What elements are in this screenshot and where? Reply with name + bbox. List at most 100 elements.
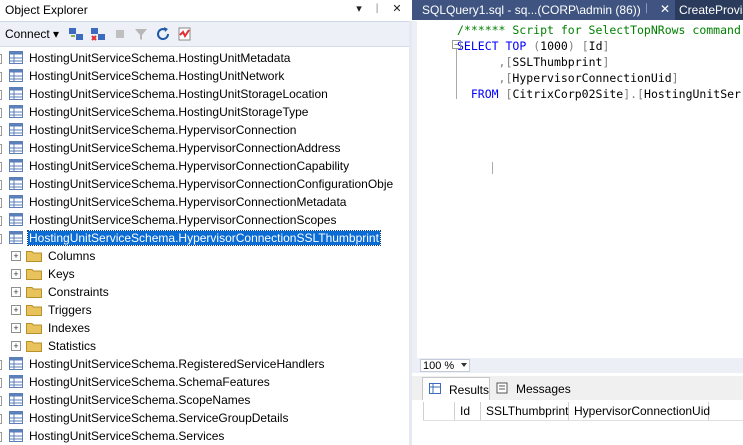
- folder-icon: [26, 323, 42, 334]
- tree-expander[interactable]: [0, 198, 2, 208]
- tree-table-node[interactable]: HostingUnitServiceSchema.HypervisorConne…: [0, 175, 412, 193]
- tree-expander[interactable]: [0, 180, 2, 190]
- tree-node-label: HostingUnitServiceSchema.ServiceGroupDet…: [29, 411, 289, 425]
- tree-expander[interactable]: [0, 216, 2, 226]
- tree-expander[interactable]: [0, 126, 2, 136]
- tree-node-label: HostingUnitServiceSchema.HypervisorConne…: [29, 177, 394, 191]
- tree-expander[interactable]: [0, 162, 2, 172]
- tab-results[interactable]: Results: [422, 377, 490, 400]
- tree-folder-node[interactable]: + Statistics: [0, 337, 412, 355]
- table-icon: [9, 231, 23, 244]
- tree-node-label: Columns: [48, 249, 96, 263]
- object-explorer-titlebar: Object Explorer ▾ ᛁ ✕: [0, 0, 412, 22]
- grid-header-line: [423, 420, 743, 421]
- disconnect-icon[interactable]: [90, 26, 106, 42]
- tree-table-node[interactable]: HostingUnitServiceSchema.HypervisorConne…: [0, 157, 412, 175]
- tree-expander[interactable]: [0, 432, 2, 442]
- tree-node-label: Statistics: [48, 339, 97, 353]
- expand-plus-icon[interactable]: +: [11, 287, 21, 297]
- table-icon: [9, 51, 23, 64]
- close-icon[interactable]: ✕: [390, 2, 404, 16]
- column-header-sslthumbprint[interactable]: SSLThumbprint: [481, 402, 569, 420]
- folder-icon: [26, 251, 42, 262]
- tree-table-node[interactable]: HostingUnitServiceSchema.HypervisorConne…: [0, 121, 412, 139]
- expand-plus-icon[interactable]: +: [11, 269, 21, 279]
- tab-pin-icon[interactable]: ᛁ: [643, 3, 650, 15]
- tree-expander[interactable]: [0, 396, 2, 406]
- tree-node-label: HostingUnitServiceSchema.HypervisorConne…: [27, 230, 381, 246]
- tree-table-node[interactable]: HostingUnitServiceSchema.HypervisorConne…: [0, 139, 412, 157]
- tree-node-label: Constraints: [48, 285, 109, 299]
- tab-close-icon[interactable]: ✕: [660, 2, 670, 16]
- tree-table-node[interactable]: HostingUnitServiceSchema.Services: [0, 427, 412, 445]
- tree-table-node[interactable]: HostingUnitServiceSchema.HostingUnitNetw…: [0, 67, 412, 85]
- tree-node-label: HostingUnitServiceSchema.HostingUnitMeta…: [29, 51, 291, 65]
- tree-table-node[interactable]: HostingUnitServiceSchema.HypervisorConne…: [0, 211, 412, 229]
- tree-folder-node[interactable]: + Indexes: [0, 319, 412, 337]
- tree-table-node[interactable]: HostingUnitServiceSchema.RegisteredServi…: [0, 355, 412, 373]
- query-editor[interactable]: /****** Script for SelectTopNRows comman…: [412, 21, 743, 358]
- table-icon: [9, 87, 23, 100]
- refresh-icon[interactable]: [155, 26, 171, 42]
- code-line-4: ,[HypervisorConnectionUid]: [498, 71, 679, 85]
- code-line-1: /****** Script for SelectTopNRows comman…: [457, 23, 741, 37]
- table-icon: [9, 105, 23, 118]
- table-icon: [9, 123, 23, 136]
- tree-expander[interactable]: [0, 144, 2, 154]
- tree-folder-node[interactable]: + Columns: [0, 247, 412, 265]
- tree-expander[interactable]: [0, 90, 2, 100]
- tab-messages[interactable]: Messages: [492, 377, 572, 399]
- tree-expander[interactable]: [0, 378, 2, 388]
- tree-expander[interactable]: [0, 414, 2, 424]
- tab-messages-label: Messages: [516, 382, 571, 396]
- tree-folder-node[interactable]: + Keys: [0, 265, 412, 283]
- row-number-header: [423, 402, 455, 420]
- object-explorer-tree: HostingUnitServiceSchema.HostingUnitMeta…: [0, 49, 412, 445]
- table-icon: [9, 393, 23, 406]
- results-grid-icon: [429, 383, 441, 394]
- messages-icon: [496, 382, 508, 394]
- tree-table-node[interactable]: HostingUnitServiceSchema.ServiceGroupDet…: [0, 409, 412, 427]
- tree-table-node[interactable]: HostingUnitServiceSchema.HostingUnitStor…: [0, 85, 412, 103]
- tree-table-node[interactable]: HostingUnitServiceSchema.HostingUnitMeta…: [0, 49, 412, 67]
- tree-expander[interactable]: [0, 108, 2, 118]
- table-icon: [9, 195, 23, 208]
- tree-table-node[interactable]: HostingUnitServiceSchema.HypervisorConne…: [0, 193, 412, 211]
- sql-code[interactable]: /****** Script for SelectTopNRows comman…: [457, 22, 741, 102]
- collapse-region-icon[interactable]: −: [452, 40, 461, 49]
- expand-plus-icon[interactable]: +: [11, 305, 21, 315]
- tab-sqlquery1[interactable]: SQLQuery1.sql - sq...(CORP\admin (86)) ᛁ…: [412, 0, 675, 20]
- tree-table-node[interactable]: HostingUnitServiceSchema.HostingUnitStor…: [0, 103, 412, 121]
- tree-expander[interactable]: [0, 234, 2, 244]
- zoom-dropdown-icon[interactable]: [461, 363, 467, 367]
- table-icon: [9, 429, 23, 442]
- expand-plus-icon[interactable]: +: [11, 323, 21, 333]
- expand-plus-icon[interactable]: +: [11, 251, 21, 261]
- folder-icon: [26, 269, 42, 280]
- table-icon: [9, 375, 23, 388]
- tree-expander[interactable]: [0, 54, 2, 64]
- tab-label: SQLQuery1.sql - sq...(CORP\admin (86)): [422, 3, 641, 17]
- tree-expander[interactable]: [0, 72, 2, 82]
- tree-expander[interactable]: [0, 360, 2, 370]
- column-header-hypervisorconnectionuid[interactable]: HypervisorConnectionUid: [569, 402, 710, 420]
- activity-monitor-icon[interactable]: [177, 26, 193, 42]
- tree-folder-node[interactable]: + Constraints: [0, 283, 412, 301]
- tree-folder-node[interactable]: + Triggers: [0, 301, 412, 319]
- connect-button[interactable]: Connect ▾: [5, 27, 59, 41]
- object-explorer-panel: Object Explorer ▾ ᛁ ✕ Connect ▾ HostingU…: [0, 0, 412, 445]
- connect-object-explorer-icon[interactable]: [68, 26, 84, 42]
- tree-table-node[interactable]: HostingUnitServiceSchema.ScopeNames: [0, 391, 412, 409]
- filter-icon[interactable]: [133, 26, 149, 42]
- window-position-dropdown-icon[interactable]: ▾: [352, 2, 366, 16]
- object-explorer-title: Object Explorer: [5, 3, 88, 17]
- tree-table-node[interactable]: HostingUnitServiceSchema.HypervisorConne…: [0, 229, 412, 247]
- stop-icon[interactable]: [112, 26, 128, 42]
- pin-icon[interactable]: ᛁ: [370, 2, 384, 16]
- column-header-id[interactable]: Id: [455, 402, 481, 420]
- tab-createprovis[interactable]: CreateProvis: [679, 3, 743, 17]
- tree-node-label: HostingUnitServiceSchema.HostingUnitStor…: [29, 105, 309, 119]
- tree-table-node[interactable]: HostingUnitServiceSchema.SchemaFeatures: [0, 373, 412, 391]
- table-icon: [9, 411, 23, 424]
- expand-plus-icon[interactable]: +: [11, 341, 21, 351]
